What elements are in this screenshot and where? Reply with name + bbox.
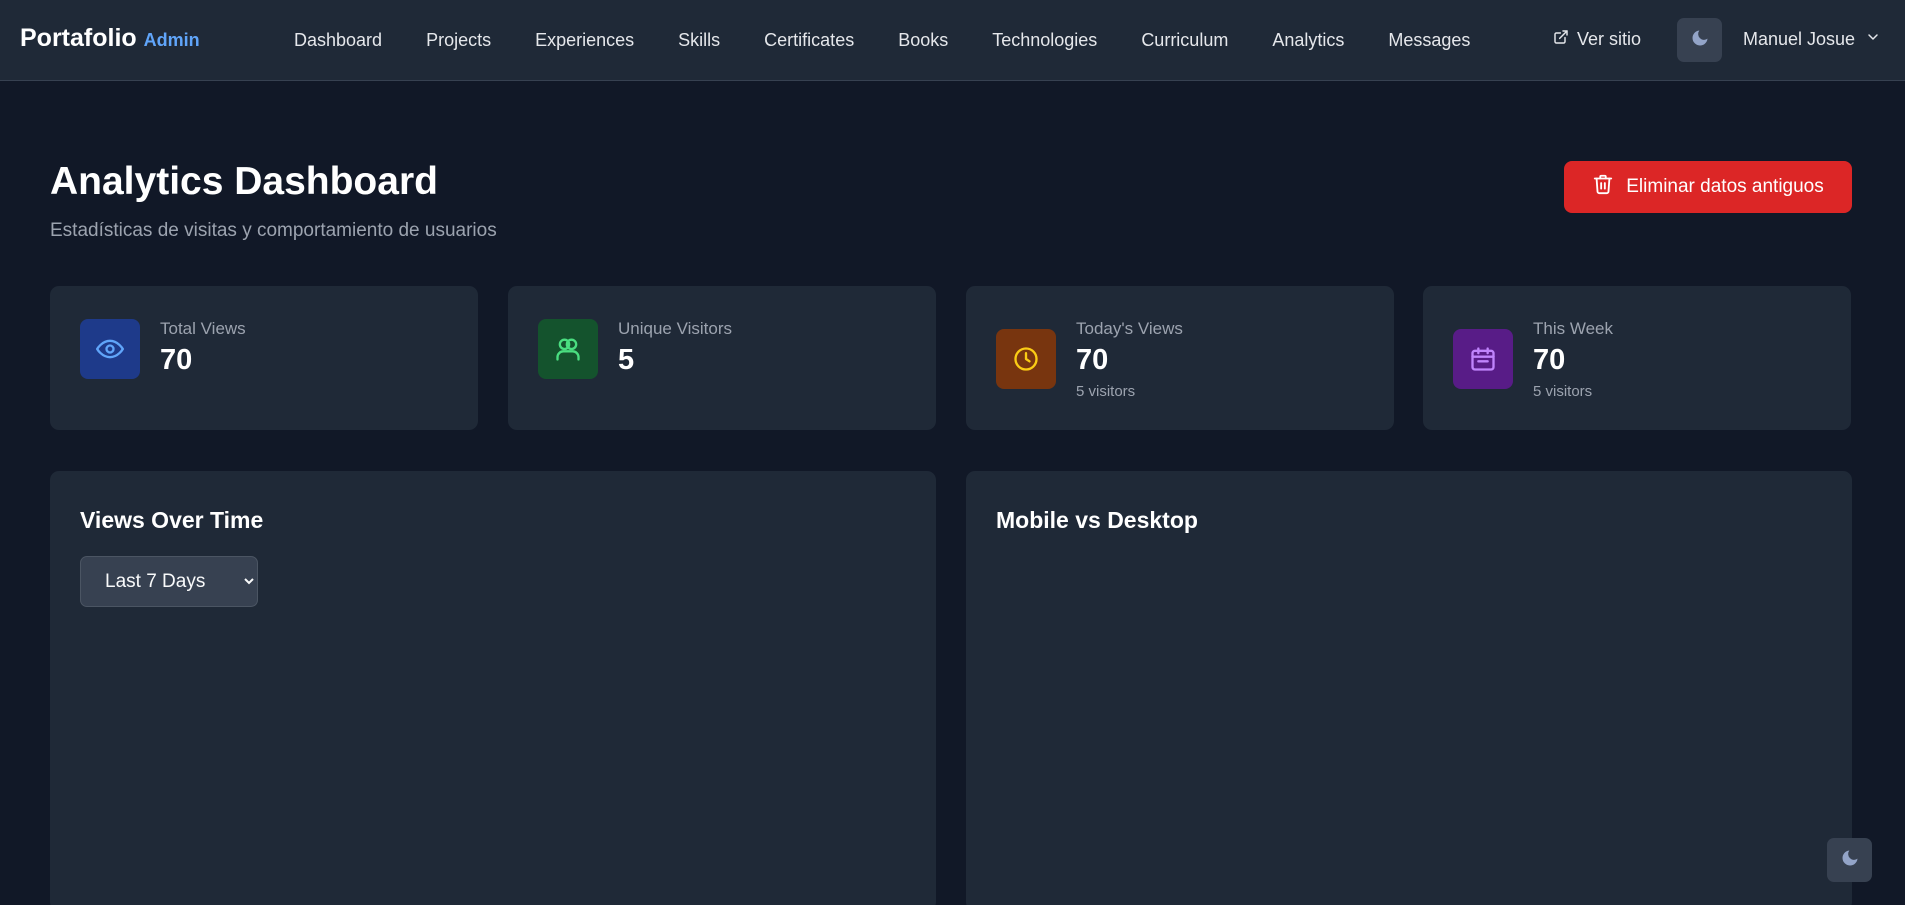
user-name: Manuel Josue [1743,29,1856,49]
theme-toggle-button[interactable] [1677,18,1722,62]
external-link-icon [1553,29,1569,50]
brand-name: Portafolio [20,24,137,52]
mobile-vs-desktop-panel: Mobile vs Desktop [966,471,1852,905]
nav-item-messages[interactable]: Messages [1366,30,1492,51]
view-site-link[interactable]: Ver sitio [1553,29,1641,50]
moon-icon [1690,28,1710,53]
stat-label: Total Views [160,319,246,338]
nav-item-experiences[interactable]: Experiences [513,30,656,51]
stat-card-this-week: This Week 70 5 visitors [1423,286,1851,430]
brand-tag: Admin [143,30,200,50]
eye-icon [80,319,140,379]
main-nav: Dashboard Projects Experiences Skills Ce… [272,0,1492,81]
nav-item-dashboard[interactable]: Dashboard [272,30,404,51]
moon-icon [1840,848,1860,873]
stat-value: 70 [1076,344,1109,376]
user-menu[interactable]: Manuel Josue [1743,29,1881,50]
nav-item-certificates[interactable]: Certificates [742,30,876,51]
delete-button-label: Eliminar datos antiguos [1626,176,1824,197]
nav-item-analytics[interactable]: Analytics [1250,30,1366,51]
nav-item-curriculum[interactable]: Curriculum [1119,30,1250,51]
stat-value: 5 [618,344,635,376]
calendar-icon [1453,329,1513,389]
floating-theme-toggle-button[interactable] [1827,838,1872,882]
trash-icon [1592,173,1614,201]
delete-old-data-button[interactable]: Eliminar datos antiguos [1564,161,1852,213]
stat-value: 70 [1533,344,1566,376]
view-site-label: Ver sitio [1577,29,1642,49]
page-title: Analytics Dashboard [50,160,438,203]
stat-label: Unique Visitors [618,319,733,338]
stat-label: This Week [1533,319,1613,338]
brand-logo[interactable]: Portafolio Admin [20,24,200,53]
chevron-down-icon [1865,29,1881,50]
stat-card-todays-views: Today's Views 70 5 visitors [966,286,1394,430]
stat-subtext: 5 visitors [1076,383,1136,400]
stat-label: Today's Views [1076,319,1183,338]
views-over-time-panel: Views Over Time Last 7 Days [50,471,936,905]
page-subtitle: Estadísticas de visitas y comportamiento… [50,220,497,241]
nav-item-projects[interactable]: Projects [404,30,513,51]
clock-icon [996,329,1056,389]
panel-title: Mobile vs Desktop [996,507,1198,533]
top-navbar: Portafolio Admin Dashboard Projects Expe… [0,0,1905,81]
stat-value: 70 [160,344,193,376]
nav-item-technologies[interactable]: Technologies [970,30,1119,51]
stat-subtext: 5 visitors [1533,383,1593,400]
nav-item-skills[interactable]: Skills [656,30,742,51]
stat-card-total-views: Total Views 70 [50,286,478,430]
panel-title: Views Over Time [80,507,264,533]
stat-card-unique-visitors: Unique Visitors 5 [508,286,936,430]
time-range-select[interactable]: Last 7 Days [80,556,258,607]
nav-item-books[interactable]: Books [876,30,970,51]
users-icon [538,319,598,379]
